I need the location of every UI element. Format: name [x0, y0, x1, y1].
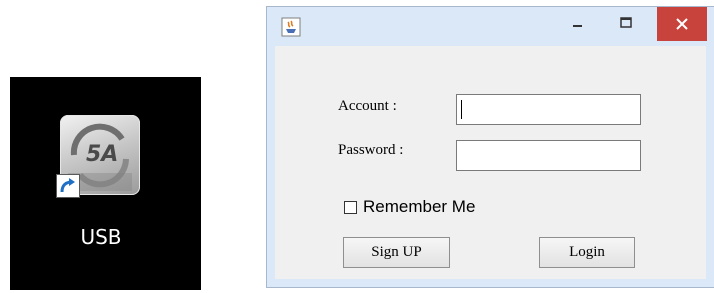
shortcut-arrow-icon	[56, 174, 80, 198]
form-panel: Account : Password : Remember Me Sign UP…	[275, 46, 706, 279]
account-label: Account :	[338, 98, 397, 114]
maximize-button[interactable]	[605, 7, 647, 39]
login-button[interactable]: Login	[539, 237, 635, 268]
svg-text:5A: 5A	[86, 142, 118, 167]
password-input[interactable]	[456, 140, 641, 171]
checkbox-box[interactable]	[344, 200, 357, 214]
remember-me-label: Remember Me	[363, 197, 476, 216]
password-label: Password :	[338, 142, 404, 158]
text-caret	[461, 100, 462, 119]
remember-me-checkbox[interactable]: Remember Me	[344, 197, 475, 217]
usb-shortcut[interactable]: 5A USB	[56, 103, 146, 283]
sign-up-button[interactable]: Sign UP	[343, 237, 450, 268]
close-button[interactable]	[657, 7, 707, 41]
close-icon	[676, 18, 688, 30]
desktop-area: 5A USB	[10, 77, 201, 290]
minimize-icon	[573, 25, 582, 27]
login-window: Account : Password : Remember Me Sign UP…	[266, 6, 714, 288]
maximize-icon	[620, 17, 632, 28]
java-icon	[281, 17, 301, 37]
title-bar[interactable]	[267, 7, 714, 41]
minimize-button[interactable]	[557, 7, 599, 39]
account-input[interactable]	[456, 94, 641, 125]
shortcut-label: USB	[80, 225, 122, 249]
